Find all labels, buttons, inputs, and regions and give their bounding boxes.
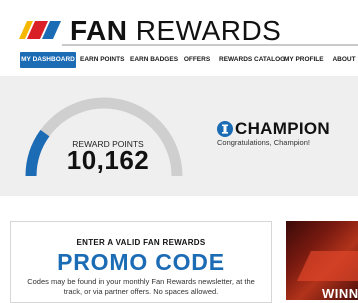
nav-rewards-catalog[interactable]: REWARDS CATALOG bbox=[219, 52, 285, 68]
brand-title-bold: FAN bbox=[70, 15, 128, 46]
site-header: FAN REWARDS bbox=[0, 0, 358, 46]
nav-my-profile[interactable]: MY PROFILE bbox=[284, 52, 324, 68]
promo-card-heading: PROMO CODE bbox=[57, 249, 225, 275]
nav-offers[interactable]: OFFERS bbox=[183, 52, 211, 68]
brand-title: FAN REWARDS bbox=[70, 16, 281, 46]
tier-name: CHAMPION bbox=[235, 119, 330, 138]
promo-banner-text[interactable]: WINN bbox=[322, 286, 358, 301]
nav-earn-badges[interactable]: EARN BADGES bbox=[130, 52, 178, 68]
promo-card-help: Codes may be found in your monthly Fan R… bbox=[27, 277, 255, 296]
tier-message: Congratulations, Champion! bbox=[217, 138, 310, 147]
header-divider bbox=[62, 44, 358, 46]
brand-title-light: REWARDS bbox=[135, 15, 282, 46]
nav-about[interactable]: ABOUT bbox=[330, 52, 358, 68]
logo-icon[interactable] bbox=[19, 21, 61, 39]
main-nav: MY DASHBOARD EARN POINTS EARN BADGES OFF… bbox=[0, 52, 358, 68]
banner-stripe bbox=[297, 251, 358, 281]
reward-points-value: 10,162 bbox=[66, 145, 150, 175]
promo-card-title: ENTER A VALID FAN REWARDS bbox=[76, 238, 206, 247]
champion-badge-icon bbox=[217, 121, 233, 137]
nav-earn-points[interactable]: EARN POINTS bbox=[80, 52, 124, 68]
nav-my-dashboard[interactable]: MY DASHBOARD bbox=[20, 52, 76, 68]
gauge-fill bbox=[25, 129, 50, 177]
